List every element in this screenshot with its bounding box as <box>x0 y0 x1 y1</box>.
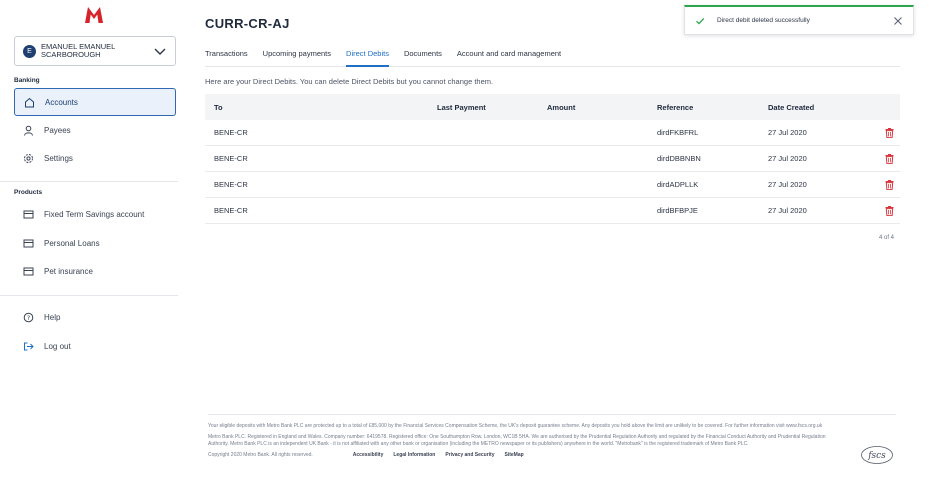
toast-message: Direct debit deleted successfully <box>717 17 810 24</box>
home-icon <box>24 97 35 108</box>
footer-link-sitemap[interactable]: SiteMap <box>505 452 524 460</box>
sidebar-item-fixed-term-savings[interactable]: Fixed Term Savings account <box>14 200 176 228</box>
user-avatar: E <box>23 44 36 58</box>
delete-direct-debit-button[interactable] <box>878 205 900 216</box>
user-name: EMANUEL EMANUEL SCARBOROUGH <box>41 42 153 60</box>
tab-transactions[interactable]: Transactions <box>205 47 248 67</box>
sidebar-divider <box>0 181 178 182</box>
sidebar-item-accounts[interactable]: Accounts <box>14 88 176 116</box>
cell-to: BENE-CR <box>214 206 248 215</box>
footer-copyright: Copyright 2020 Metro Bank. All rights re… <box>208 451 313 458</box>
sidebar-item-personal-loans[interactable]: Personal Loans <box>14 229 176 257</box>
pagination-count: 4 of 4 <box>878 235 894 241</box>
tab-documents[interactable]: Documents <box>404 47 442 67</box>
sidebar-item-label: Help <box>44 312 61 322</box>
footer: Your eligible deposits with Metro Bank P… <box>208 414 896 464</box>
column-header-to: To <box>214 102 223 112</box>
fscs-logo: fscs <box>861 446 893 464</box>
cell-reference: dirdBFBPJE <box>657 206 698 215</box>
footer-registration-text: Metro Bank PLC. Registered in England an… <box>208 433 826 448</box>
column-header-last-payment: Last Payment <box>437 102 486 112</box>
cell-date-created: 27 Jul 2020 <box>768 154 807 163</box>
cell-reference: dirdDBBNBN <box>657 154 701 163</box>
tab-direct-debits[interactable]: Direct Debits <box>346 47 389 67</box>
sidebar-divider <box>0 295 178 296</box>
sidebar-item-label: Pet insurance <box>44 266 93 276</box>
section-label-products: Products <box>14 189 43 196</box>
svg-text:?: ? <box>27 314 30 322</box>
fscs-logo-text: fscs <box>867 451 886 461</box>
delete-direct-debit-button[interactable] <box>878 153 900 164</box>
card-icon <box>23 238 34 249</box>
chevron-down-icon <box>154 48 166 55</box>
footer-link-legal-information[interactable]: Legal Information <box>393 452 435 460</box>
sidebar-item-label: Fixed Term Savings account <box>44 209 145 219</box>
cell-to: BENE-CR <box>214 128 248 137</box>
table-row: BENE-CR dirdDBBNBN 27 Jul 2020 <box>205 146 900 172</box>
cell-date-created: 27 Jul 2020 <box>768 180 807 189</box>
close-icon[interactable] <box>893 16 903 26</box>
card-icon <box>23 266 34 277</box>
trash-icon <box>885 179 893 190</box>
cell-to: BENE-CR <box>214 154 248 163</box>
cell-reference: dirdADPLLK <box>657 180 699 189</box>
gear-icon <box>23 153 34 164</box>
trash-icon <box>885 205 893 216</box>
delete-direct-debit-button[interactable] <box>878 179 900 190</box>
cell-to: BENE-CR <box>214 180 248 189</box>
direct-debits-intro: Here are your Direct Debits. You can del… <box>205 77 494 86</box>
page-title: CURR-CR-AJ <box>205 16 290 31</box>
tab-upcoming-payments[interactable]: Upcoming payments <box>263 47 331 67</box>
person-icon <box>23 125 34 136</box>
sidebar-item-payees[interactable]: Payees <box>14 116 176 144</box>
sidebar-item-log-out[interactable]: Log out <box>14 332 176 360</box>
footer-link-privacy-and-security[interactable]: Privacy and Security <box>445 452 494 460</box>
table-row: BENE-CR dirdFKBFRL 27 Jul 2020 <box>205 120 900 146</box>
sidebar-item-pet-insurance[interactable]: Pet insurance <box>14 257 176 285</box>
sidebar-item-label: Log out <box>44 341 71 351</box>
footer-links: Copyright 2020 Metro Bank. All rights re… <box>208 452 896 460</box>
footer-protection-text: Your eligible deposits with Metro Bank P… <box>208 423 823 429</box>
delete-direct-debit-button[interactable] <box>878 127 900 138</box>
account-tabs: Transactions Upcoming payments Direct De… <box>205 47 900 67</box>
user-account-selector[interactable]: E EMANUEL EMANUEL SCARBOROUGH <box>14 36 176 66</box>
column-header-reference: Reference <box>657 102 694 112</box>
table-header: To Last Payment Amount Reference Date Cr… <box>205 94 900 120</box>
sidebar-item-label: Settings <box>44 153 73 163</box>
section-label-banking: Banking <box>14 77 40 84</box>
user-avatar-initial: E <box>27 47 32 55</box>
logout-icon <box>23 341 34 352</box>
sidebar-item-label: Payees <box>44 125 71 135</box>
sidebar: E EMANUEL EMANUEL SCARBOROUGH Banking Ac… <box>0 0 189 504</box>
help-icon: ? <box>23 312 34 323</box>
sidebar-item-label: Personal Loans <box>44 238 100 248</box>
table-row: BENE-CR dirdBFBPJE 27 Jul 2020 <box>205 198 900 224</box>
footer-link-accessibility[interactable]: Accessibility <box>353 452 384 460</box>
card-icon <box>23 209 34 220</box>
cell-reference: dirdFKBFRL <box>657 128 699 137</box>
trash-icon <box>885 153 893 164</box>
column-header-date-created: Date Created <box>768 102 815 112</box>
sidebar-item-label: Accounts <box>45 97 78 107</box>
metro-bank-logo[interactable] <box>84 6 104 24</box>
trash-icon <box>885 127 893 138</box>
user-name-line2: SCARBOROUGH <box>41 50 101 59</box>
table-row: BENE-CR dirdADPLLK 27 Jul 2020 <box>205 172 900 198</box>
sidebar-item-help[interactable]: ? Help <box>14 303 176 331</box>
cell-date-created: 27 Jul 2020 <box>768 206 807 215</box>
success-toast: Direct debit deleted successfully <box>684 5 914 35</box>
column-header-amount: Amount <box>547 102 576 112</box>
sidebar-item-settings[interactable]: Settings <box>14 144 176 172</box>
cell-date-created: 27 Jul 2020 <box>768 128 807 137</box>
tab-account-and-card-management[interactable]: Account and card management <box>457 47 561 67</box>
direct-debits-table: To Last Payment Amount Reference Date Cr… <box>205 94 900 224</box>
check-icon <box>696 17 705 25</box>
